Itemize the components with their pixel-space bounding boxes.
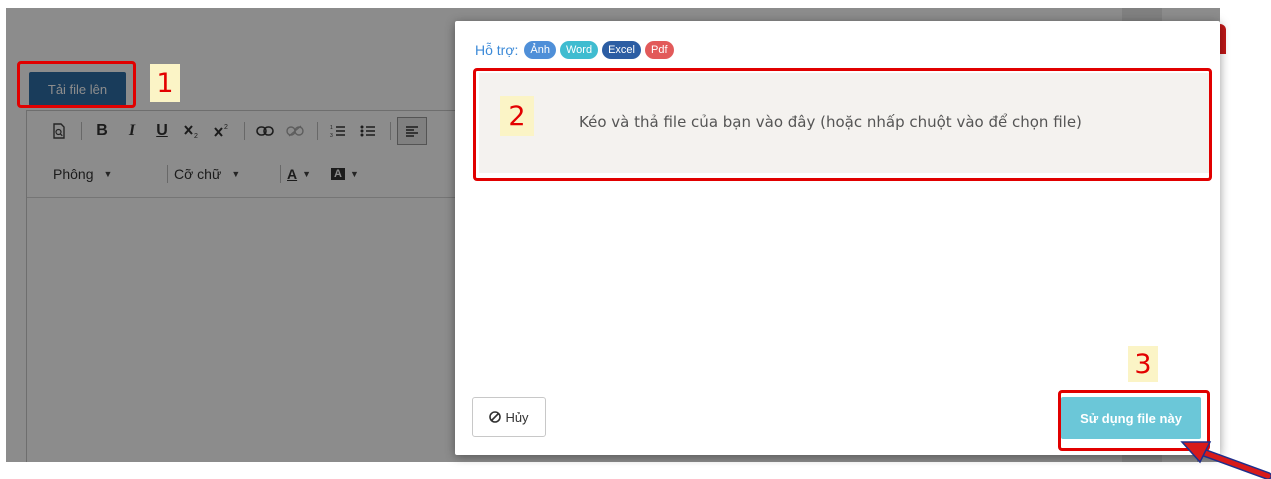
cancel-button[interactable]: Hủy (472, 397, 546, 437)
format-badge: Pdf (645, 41, 674, 59)
pointer-arrow-icon (1180, 441, 1271, 479)
supported-formats-label: Hỗ trợ: (475, 42, 519, 58)
highlight-box-step1 (17, 61, 136, 108)
format-badge: Word (560, 41, 599, 59)
step-number-1: 1 (150, 64, 180, 102)
supported-formats: Hỗ trợ: Ảnh Word Excel Pdf (475, 41, 674, 59)
step-number-3: 3 (1128, 346, 1158, 382)
cancel-label: Hủy (505, 409, 529, 425)
ban-icon (489, 411, 502, 423)
highlight-box-step2 (473, 68, 1212, 181)
step-number-2: 2 (500, 96, 534, 136)
format-badge: Ảnh (524, 41, 556, 59)
format-badge: Excel (602, 41, 641, 59)
